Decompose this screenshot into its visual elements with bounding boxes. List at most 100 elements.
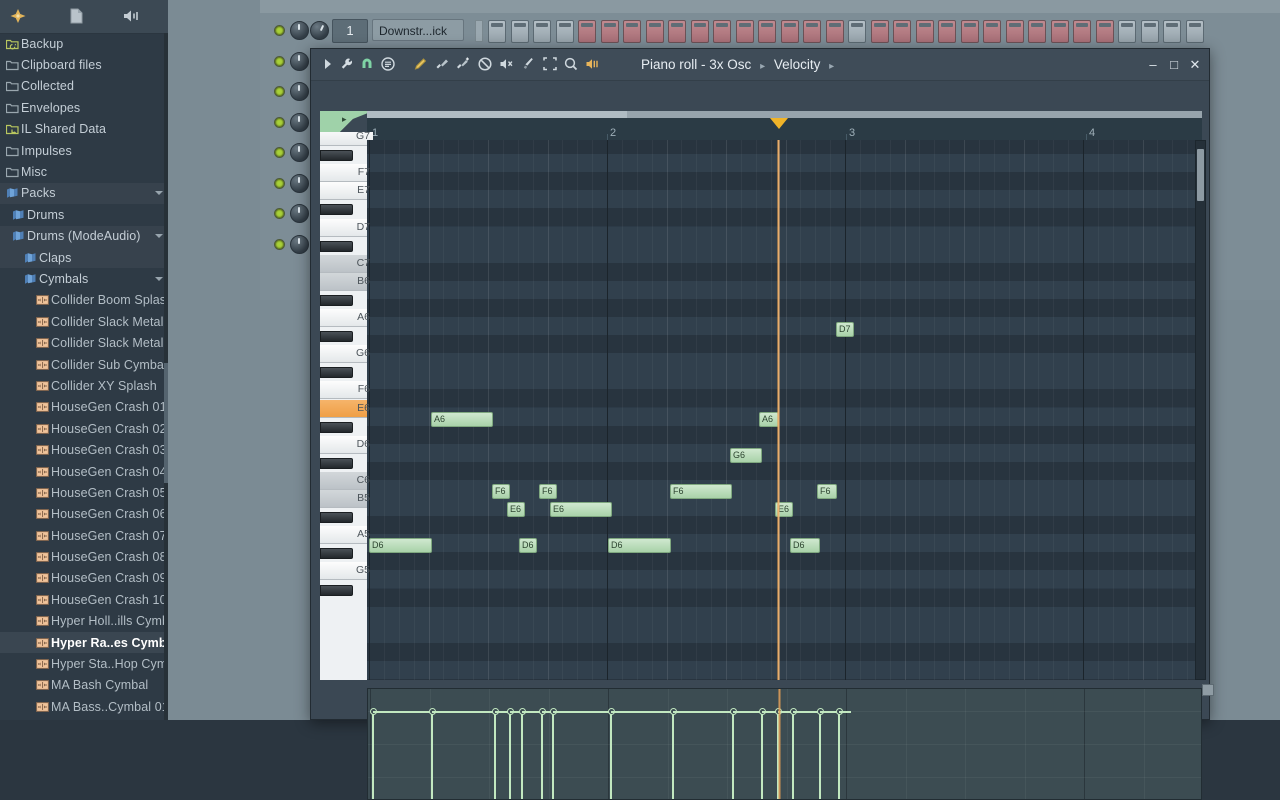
browser-file-item[interactable]: HouseGen Crash 08 <box>0 546 168 567</box>
browser-folder-item[interactable]: Collected <box>0 76 168 97</box>
browser-file-item[interactable]: HouseGen Crash 10 <box>0 589 168 610</box>
step-button[interactable] <box>1005 20 1024 43</box>
velocity-grid[interactable] <box>368 689 1201 799</box>
velocity-stem[interactable] <box>672 711 674 799</box>
note-row[interactable] <box>367 262 1202 281</box>
playhead-marker[interactable] <box>770 118 789 129</box>
magnet-snap-icon[interactable] <box>357 54 377 74</box>
chevron-down-icon[interactable] <box>155 191 163 196</box>
note-row[interactable] <box>367 298 1202 317</box>
step-button[interactable] <box>668 20 686 43</box>
step-button[interactable] <box>938 20 956 43</box>
step-button[interactable] <box>488 20 506 43</box>
channel-mute-led[interactable] <box>274 177 285 189</box>
piano-key-black[interactable] <box>320 512 353 524</box>
step-button[interactable] <box>825 20 844 43</box>
browser-file-item[interactable]: HouseGen Crash 02 <box>0 418 168 439</box>
browser-folder-item[interactable]: Envelopes <box>0 97 168 118</box>
playback-speaker-icon[interactable] <box>583 54 603 74</box>
browser-file-item[interactable]: HouseGen Crash 03 <box>0 439 168 460</box>
velocity-stem[interactable] <box>610 711 612 799</box>
piano-key-black[interactable] <box>320 457 353 469</box>
step-button[interactable] <box>1140 20 1159 43</box>
velocity-stem[interactable] <box>521 711 523 799</box>
browser-file-item[interactable]: Hyper Ra..es Cymbal <box>0 631 168 654</box>
minimize-button[interactable]: – <box>1143 49 1163 80</box>
browser-file-item[interactable]: HouseGen Crash 09 <box>0 568 168 589</box>
paint-brush-add-icon[interactable] <box>454 54 474 74</box>
mute-speaker-icon[interactable] <box>497 54 517 74</box>
note-row[interactable] <box>367 624 1202 643</box>
step-button[interactable] <box>1095 20 1114 43</box>
step-button[interactable] <box>735 20 754 43</box>
step-button[interactable] <box>623 20 641 43</box>
step-button[interactable] <box>983 20 1001 43</box>
browser-file-item[interactable]: Collider Slack Metal 01 <box>0 311 168 332</box>
paint-brush-icon[interactable] <box>433 54 453 74</box>
browser-tree[interactable]: Backup Clipboard files Collected Envelopes I… <box>0 33 168 720</box>
note-row[interactable] <box>367 534 1202 553</box>
note-row[interactable] <box>367 679 1202 680</box>
velocity-editor[interactable] <box>367 688 1202 800</box>
channel-pan-knob[interactable] <box>290 204 309 223</box>
chevron-down-icon[interactable] <box>155 234 163 239</box>
step-button[interactable] <box>578 20 596 43</box>
step-button[interactable] <box>1118 20 1136 43</box>
browser-folder-item[interactable]: Clipboard files <box>0 54 168 75</box>
note-row[interactable] <box>367 570 1202 589</box>
piano-roll-note[interactable]: A6 <box>431 412 493 427</box>
browser-scrollbar-thumb[interactable] <box>164 363 168 483</box>
step-button[interactable] <box>645 20 664 43</box>
piano-roll-note[interactable]: F6 <box>817 484 837 499</box>
select-frame-icon[interactable] <box>540 54 560 74</box>
velocity-stem[interactable] <box>494 711 496 799</box>
piano-key-black[interactable] <box>320 584 353 596</box>
step-button[interactable] <box>780 20 799 43</box>
file-page-icon[interactable] <box>64 5 88 27</box>
step-button[interactable] <box>915 20 934 43</box>
velocity-stem[interactable] <box>761 711 763 799</box>
note-row[interactable] <box>367 606 1202 625</box>
step-button[interactable] <box>713 20 731 43</box>
step-button[interactable] <box>510 20 529 43</box>
step-button[interactable] <box>1163 20 1181 43</box>
slice-knife-icon[interactable] <box>518 54 538 74</box>
piano-roll-window[interactable]: Piano roll - 3x Osc ▸ Velocity ▸ – □ ✕ ▸… <box>310 48 1214 800</box>
note-row[interactable] <box>367 154 1202 173</box>
browser-file-item[interactable]: HouseGen Crash 04 <box>0 461 168 482</box>
note-row[interactable] <box>367 208 1202 227</box>
grid-vertical-scrollbar[interactable] <box>1195 140 1206 680</box>
velocity-stem[interactable] <box>552 711 554 799</box>
piano-key-black[interactable] <box>320 204 353 216</box>
note-row[interactable] <box>367 353 1202 372</box>
step-button[interactable] <box>690 20 709 43</box>
note-row[interactable] <box>367 190 1202 209</box>
channel-pan-knob[interactable] <box>290 51 309 71</box>
note-row[interactable] <box>367 280 1202 299</box>
channel-mute-led[interactable] <box>274 238 285 250</box>
note-grid[interactable]: D7 A6 A6 G6 F6 F6 F6 F6 E6 E6 E6 D6 D6 D6 D6 <box>367 140 1202 680</box>
channel-pan-knob[interactable] <box>290 173 309 193</box>
step-button[interactable] <box>1050 20 1069 43</box>
note-properties-icon[interactable] <box>378 54 398 74</box>
velocity-panel-corner-button[interactable] <box>1202 684 1214 696</box>
note-row[interactable] <box>367 516 1202 535</box>
note-row[interactable] <box>367 335 1202 354</box>
plugin-picker-icon[interactable] <box>6 5 30 27</box>
note-row[interactable] <box>367 660 1202 679</box>
browser-panel[interactable]: Backup Clipboard files Collected Envelopes I… <box>0 0 168 720</box>
browser-folder-item[interactable]: Packs <box>0 182 168 205</box>
step-button[interactable] <box>870 20 889 43</box>
velocity-stem[interactable] <box>372 711 374 799</box>
note-row[interactable] <box>367 389 1202 408</box>
browser-file-item[interactable]: Collider XY Splash <box>0 375 168 396</box>
delete-slash-icon[interactable] <box>475 54 495 74</box>
channel-pan-knob[interactable] <box>290 21 309 40</box>
browser-file-item[interactable]: HouseGen Crash 06 <box>0 504 168 525</box>
velocity-stem[interactable] <box>431 711 433 799</box>
horizontal-scrollbar[interactable] <box>367 111 1202 118</box>
step-button[interactable] <box>1028 20 1046 43</box>
piano-roll-note[interactable]: A6 <box>759 412 779 427</box>
browser-folder-item[interactable]: IL Shared Data <box>0 119 168 140</box>
channel-volume-knob[interactable] <box>310 21 329 40</box>
